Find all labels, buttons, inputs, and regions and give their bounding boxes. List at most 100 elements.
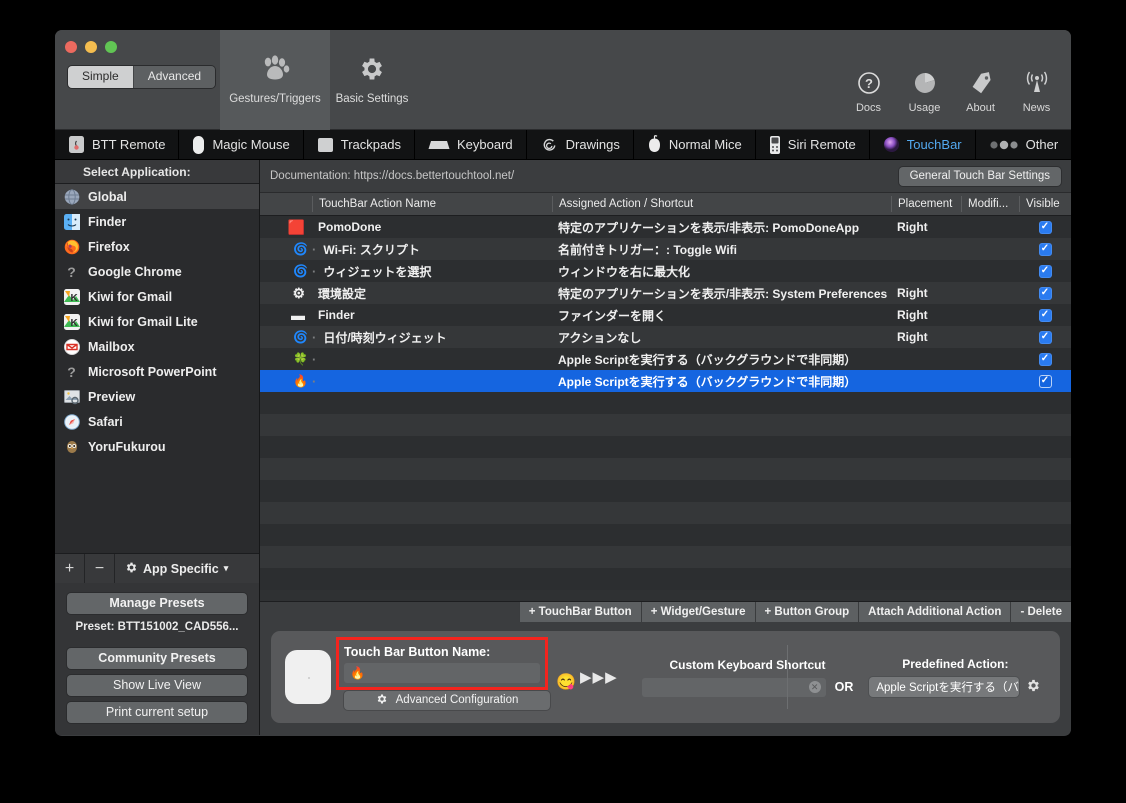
visible-checkbox[interactable]: ✓ [1039,375,1052,388]
table-row[interactable]: 🌀 · 日付/時刻ウィジェット アクションなし Right ✓ [260,326,1071,348]
attach-additional-action-button[interactable]: Attach Additional Action [858,602,1011,622]
table-row[interactable]: 🌀 · Wi-Fi: スクリプト 名前付きトリガー：: Toggle Wifi ✓ [260,238,1071,260]
sidebar-item-google-chrome[interactable]: ? Google Chrome [55,259,259,284]
table-row[interactable]: ▬ Finder ファインダーを開く Right ✓ [260,304,1071,326]
column-header-icon[interactable] [260,196,312,212]
delete-button[interactable]: - Delete [1010,602,1071,622]
row-modifier [961,326,1019,348]
close-window-button[interactable] [65,41,77,53]
touchbar-button-preview[interactable] [285,650,331,704]
app-specific-menu[interactable]: App Specific ▾ [115,554,228,583]
mode-advanced-button[interactable]: Advanced [133,66,216,88]
widget-spiral-icon: 🌀 [293,242,308,256]
siri-remote-icon [769,135,781,155]
community-presets-button[interactable]: Community Presets [67,648,247,669]
column-header-visible[interactable]: Visible [1019,196,1071,212]
keyboard-shortcut-input[interactable]: ✕ [641,677,826,697]
visible-checkbox[interactable]: ✓ [1038,352,1052,366]
sidebar-item-kiwi-for-gmail[interactable]: K Kiwi for Gmail [55,284,259,309]
about-button[interactable]: About [958,68,1003,114]
table-row-empty[interactable] [260,502,1071,524]
visible-checkbox[interactable]: ✓ [1038,220,1052,234]
manage-presets-button[interactable]: Manage Presets [67,593,247,614]
sidebar-item-finder[interactable]: Finder [55,209,259,234]
table-row-empty[interactable] [260,546,1071,568]
visible-checkbox[interactable]: ✓ [1038,330,1052,344]
table-row[interactable]: 🌀 · ウィジェットを選択 ウィンドウを右に最大化 ✓ [260,260,1071,282]
remove-application-button[interactable]: − [85,554,115,583]
sidebar-item-mailbox[interactable]: Mailbox [55,334,259,359]
visible-checkbox[interactable]: ✓ [1038,286,1052,300]
action-settings-gear-icon[interactable] [1026,678,1041,697]
column-header-assigned-action[interactable]: Assigned Action / Shortcut [552,196,891,212]
sidebar-item-kiwi-for-gmail-lite[interactable]: K Kiwi for Gmail Lite [55,309,259,334]
table-row[interactable]: ⚙ 環境設定 特定のアプリケーションを表示/非表示: System Preferen… [260,282,1071,304]
device-tab-btt-remote[interactable]: BTT Remote [55,130,180,159]
table-row-empty[interactable] [260,458,1071,480]
preview-icon [63,388,80,405]
row-modifier [961,260,1019,282]
maximize-window-button[interactable] [105,41,117,53]
row-assigned-action: 名前付きトリガー：: Toggle Wifi [558,242,737,257]
table-row-empty[interactable] [260,392,1071,414]
device-tab-drawings[interactable]: Drawings [527,130,634,159]
clear-icon[interactable]: ✕ [808,681,821,693]
device-tab-touchbar[interactable]: TouchBar [870,130,976,159]
about-label: About [966,102,995,114]
device-tab-other[interactable]: Other [976,130,1071,159]
sidebar-item-yorufukurou[interactable]: YoruFukurou [55,434,259,459]
device-tab-keyboard-label: Keyboard [456,137,513,152]
general-touch-bar-settings-button[interactable]: General Touch Bar Settings [898,166,1061,186]
news-label: News [1022,102,1051,114]
tool-gestures-triggers[interactable]: Gestures/Triggers [220,30,330,130]
visible-checkbox[interactable]: ✓ [1038,308,1052,322]
usage-button[interactable]: Usage [902,68,947,114]
table-row[interactable]: 🔥 · Apple Scriptを実行する（バックグラウンドで非同期） ✓ [260,370,1071,392]
documentation-link[interactable]: Documentation: https://docs.bettertoucht… [270,170,514,182]
print-current-setup-button[interactable]: Print current setup [67,702,247,723]
device-tab-normal-mice[interactable]: Normal Mice [634,130,756,159]
mode-segmented-control[interactable]: Simple Advanced [68,66,216,88]
news-button[interactable]: News [1014,68,1059,114]
table-row[interactable]: 🍀 · Apple Scriptを実行する（バックグラウンドで非同期） ✓ [260,348,1071,370]
column-header-placement[interactable]: Placement [891,196,961,212]
add-widget-gesture-button[interactable]: + Widget/Gesture [640,602,755,622]
table-row-empty[interactable] [260,436,1071,458]
sidebar-item-safari[interactable]: Safari [55,409,259,434]
docs-button[interactable]: ? Docs [846,68,891,114]
emoji-picker-button[interactable]: 😋 [556,672,576,692]
visible-checkbox[interactable]: ✓ [1038,242,1052,256]
column-header-action-name[interactable]: TouchBar Action Name [312,196,552,212]
sidebar-item-global[interactable]: Global [55,184,259,209]
column-header-modifier[interactable]: Modifi... [961,196,1019,212]
device-tab-trackpads[interactable]: Trackpads [304,130,415,159]
table-row-empty[interactable] [260,568,1071,590]
mode-simple-button[interactable]: Simple [68,66,134,88]
sidebar-item-microsoft-powerpoint[interactable]: ? Microsoft PowerPoint [55,359,259,384]
add-button-group-button[interactable]: + Button Group [754,602,859,622]
spiral-icon [540,135,559,154]
visible-checkbox[interactable]: ✓ [1038,264,1052,278]
show-live-view-button[interactable]: Show Live View [67,675,247,696]
minimize-window-button[interactable] [85,41,97,53]
advanced-configuration-button[interactable]: Advanced Configuration [344,690,550,710]
device-tab-siri-remote[interactable]: Siri Remote [756,130,870,159]
broadcast-icon [1014,68,1059,98]
table-row-empty[interactable] [260,524,1071,546]
row-modifier [961,370,1019,392]
device-tab-keyboard[interactable]: Keyboard [415,130,527,159]
sidebar-item-preview[interactable]: Preview [55,384,259,409]
predefined-action-block: Predefined Action: Apple Scriptを実行する（バ ▾ [869,657,1041,697]
table-row-empty[interactable] [260,414,1071,436]
sidebar-item-firefox[interactable]: Firefox [55,234,259,259]
table-row-empty[interactable] [260,480,1071,502]
button-name-input[interactable]: 🔥 [344,662,540,683]
tool-basic-settings[interactable]: Basic Settings [330,30,414,111]
device-tab-magic-mouse[interactable]: Magic Mouse [179,130,304,159]
add-application-button[interactable]: + [55,554,85,583]
row-action-name-text: Wi-Fi: スクリプト [323,242,420,257]
predefined-action-select[interactable]: Apple Scriptを実行する（バ ▾ [869,677,1020,697]
row-placement: Right [897,220,928,234]
table-row[interactable]: 🟥 PomoDone 特定のアプリケーションを表示/非表示: PomoDoneApp… [260,216,1071,238]
add-touchbar-button[interactable]: + TouchBar Button [518,602,641,622]
